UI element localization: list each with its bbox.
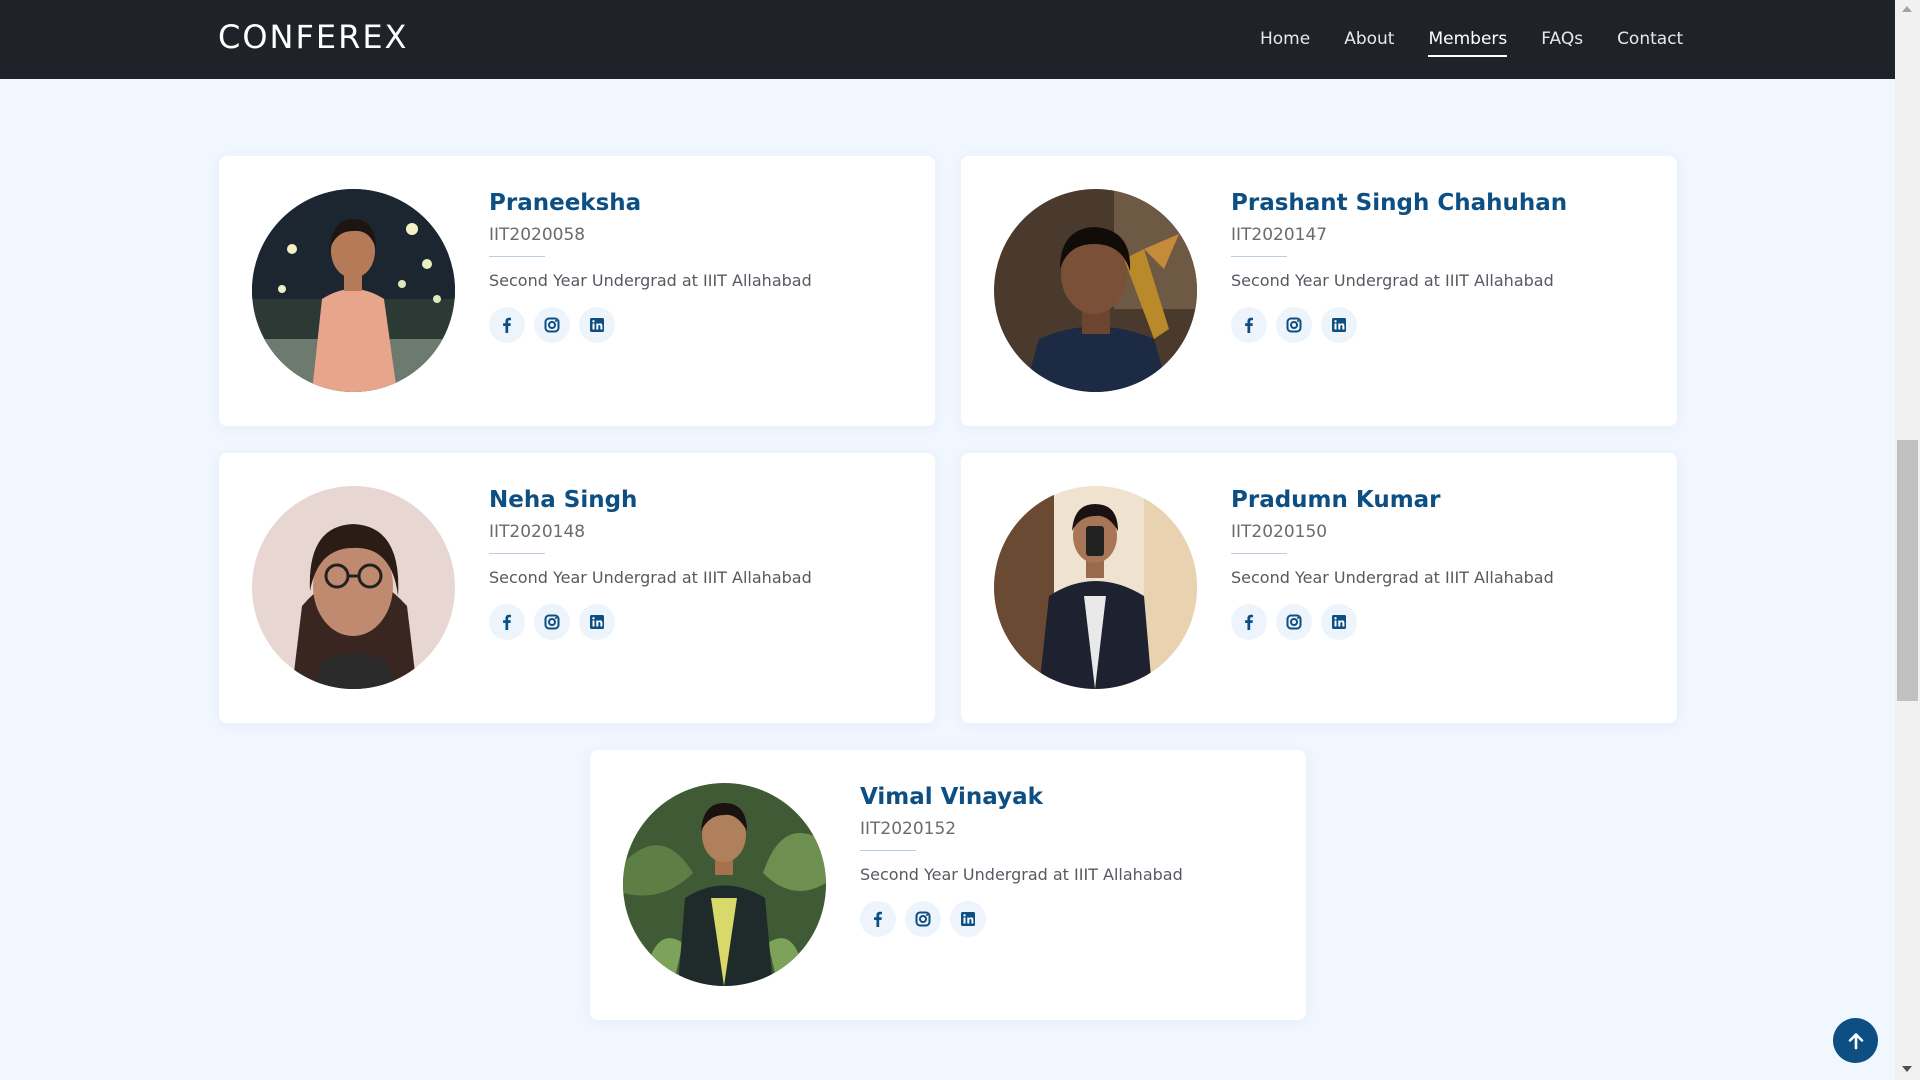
- member-photo: [252, 189, 455, 392]
- linkedin-icon: [1332, 318, 1346, 332]
- instagram-icon: [915, 911, 931, 927]
- linkedin-link[interactable]: [579, 604, 615, 640]
- member-roll-number: IIT2020152: [860, 819, 957, 839]
- social-links: [860, 901, 1183, 937]
- linkedin-icon: [1332, 615, 1346, 629]
- member-photo: [994, 486, 1197, 689]
- instagram-link[interactable]: [905, 901, 941, 937]
- member-name: Prashant Singh Chahuhan: [1231, 190, 1568, 216]
- linkedin-icon: [590, 318, 604, 332]
- member-name: Praneeksha: [489, 190, 642, 216]
- member-info: Neha Singh IIT2020148 Second Year Underg…: [489, 487, 812, 640]
- facebook-icon: [503, 317, 511, 333]
- nav-members[interactable]: Members: [1428, 0, 1507, 79]
- member-info: Pradumn Kumar IIT2020150 Second Year Und…: [1231, 487, 1554, 640]
- scroll-down-arrow-icon[interactable]: [1902, 1066, 1912, 1072]
- facebook-link[interactable]: [489, 307, 525, 343]
- arrow-up-icon: [1848, 1032, 1863, 1049]
- main-nav: Home About Members FAQs Contact: [1260, 0, 1717, 79]
- divider: [1231, 256, 1287, 257]
- linkedin-link[interactable]: [579, 307, 615, 343]
- member-photo: [623, 783, 826, 986]
- member-name: Neha Singh: [489, 487, 638, 513]
- social-links: [489, 604, 812, 640]
- member-card: Prashant Singh Chahuhan IIT2020147 Secon…: [961, 156, 1677, 426]
- social-links: [489, 307, 812, 343]
- member-description: Second Year Undergrad at IIIT Allahabad: [1231, 271, 1554, 290]
- member-info: Vimal Vinayak IIT2020152 Second Year Und…: [860, 784, 1183, 937]
- linkedin-icon: [961, 912, 975, 926]
- linkedin-link[interactable]: [1321, 604, 1357, 640]
- linkedin-link[interactable]: [950, 901, 986, 937]
- member-info: Prashant Singh Chahuhan IIT2020147 Secon…: [1231, 190, 1567, 343]
- member-name: Pradumn Kumar: [1231, 487, 1441, 513]
- nav-faqs[interactable]: FAQs: [1541, 0, 1583, 79]
- member-card: Pradumn Kumar IIT2020150 Second Year Und…: [961, 453, 1677, 723]
- facebook-icon: [1245, 614, 1253, 630]
- member-card: Neha Singh IIT2020148 Second Year Underg…: [219, 453, 935, 723]
- scroll-up-arrow-icon[interactable]: [1902, 6, 1912, 12]
- instagram-icon: [1286, 317, 1302, 333]
- member-card: Praneeksha IIT2020058 Second Year Underg…: [219, 156, 935, 426]
- social-links: [1231, 604, 1554, 640]
- divider: [489, 256, 545, 257]
- facebook-icon: [874, 911, 882, 927]
- member-name: Vimal Vinayak: [860, 784, 1043, 810]
- instagram-icon: [544, 317, 560, 333]
- instagram-icon: [1286, 614, 1302, 630]
- instagram-link[interactable]: [1276, 604, 1312, 640]
- page: CONFEREX Home About Members FAQs Contact: [0, 0, 1895, 1080]
- instagram-link[interactable]: [534, 307, 570, 343]
- social-links: [1231, 307, 1567, 343]
- member-roll-number: IIT2020058: [489, 225, 586, 245]
- divider: [1231, 553, 1287, 554]
- member-description: Second Year Undergrad at IIIT Allahabad: [1231, 568, 1554, 587]
- facebook-link[interactable]: [1231, 307, 1267, 343]
- nav-about[interactable]: About: [1344, 0, 1394, 79]
- instagram-link[interactable]: [1276, 307, 1312, 343]
- facebook-link[interactable]: [489, 604, 525, 640]
- member-info: Praneeksha IIT2020058 Second Year Underg…: [489, 190, 812, 343]
- facebook-icon: [503, 614, 511, 630]
- member-photo: [994, 189, 1197, 392]
- member-roll-number: IIT2020148: [489, 522, 586, 542]
- member-description: Second Year Undergrad at IIIT Allahabad: [489, 271, 812, 290]
- member-description: Second Year Undergrad at IIIT Allahabad: [489, 568, 812, 587]
- instagram-link[interactable]: [534, 604, 570, 640]
- member-description: Second Year Undergrad at IIIT Allahabad: [860, 865, 1183, 884]
- member-roll-number: IIT2020147: [1231, 225, 1328, 245]
- instagram-icon: [544, 614, 560, 630]
- nav-contact[interactable]: Contact: [1617, 0, 1683, 79]
- divider: [489, 553, 545, 554]
- linkedin-link[interactable]: [1321, 307, 1357, 343]
- back-to-top-button[interactable]: [1833, 1018, 1878, 1063]
- scrollbar-thumb[interactable]: [1897, 440, 1918, 701]
- facebook-link[interactable]: [1231, 604, 1267, 640]
- divider: [860, 850, 916, 851]
- top-navbar: CONFEREX Home About Members FAQs Contact: [0, 0, 1895, 79]
- linkedin-icon: [590, 615, 604, 629]
- member-roll-number: IIT2020150: [1231, 522, 1328, 542]
- member-photo: [252, 486, 455, 689]
- nav-home[interactable]: Home: [1260, 0, 1310, 79]
- facebook-link[interactable]: [860, 901, 896, 937]
- facebook-icon: [1245, 317, 1253, 333]
- member-card: Vimal Vinayak IIT2020152 Second Year Und…: [590, 750, 1306, 1020]
- brand-logo[interactable]: CONFEREX: [218, 18, 408, 56]
